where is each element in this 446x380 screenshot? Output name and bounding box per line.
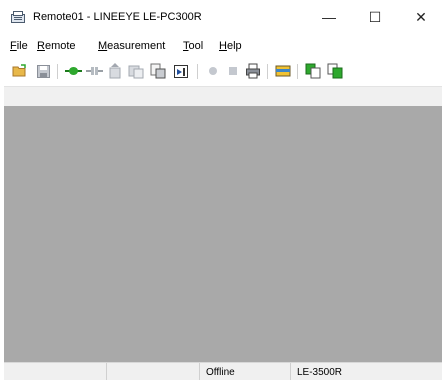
status-cell — [107, 363, 200, 380]
maximize-button[interactable]: ☐ — [352, 0, 398, 34]
menu-file[interactable]: File — [10, 40, 28, 52]
menu-help[interactable]: Help — [219, 40, 242, 52]
status-bar: Offline LE-3500R — [4, 362, 442, 380]
save-icon — [36, 64, 50, 78]
connect-button[interactable] — [64, 62, 82, 80]
record-button[interactable] — [204, 62, 222, 80]
minimize-icon: — — [322, 9, 336, 25]
menu-tool[interactable]: Tool — [183, 40, 203, 52]
upload-icon — [109, 63, 121, 79]
status-cell — [4, 363, 107, 380]
minimize-button[interactable]: — — [306, 0, 352, 34]
upload-button[interactable] — [106, 62, 124, 80]
display-icon — [174, 64, 188, 78]
menu-measurement[interactable]: Measurement — [98, 40, 165, 52]
display-button[interactable] — [172, 62, 190, 80]
disconnect-button[interactable] — [85, 62, 103, 80]
connection-status: Offline — [206, 367, 235, 378]
monitor-button[interactable] — [274, 62, 292, 80]
copy-button[interactable] — [304, 62, 322, 80]
download-icon — [128, 65, 144, 79]
copy-icon — [305, 63, 321, 79]
record-icon — [209, 67, 217, 75]
menu-bar: File Remote Measurement Tool Help — [0, 36, 446, 56]
menu-remote[interactable]: Remote — [37, 40, 76, 52]
print-button[interactable] — [244, 62, 262, 80]
toolbar-separator — [197, 64, 198, 79]
window-title: Remote01 - LINEEYE LE-PC300R — [33, 11, 202, 23]
disconnect-icon — [85, 67, 103, 75]
app-icon — [11, 11, 25, 23]
toolbar-separator — [57, 64, 58, 79]
connect-icon — [64, 67, 82, 75]
toolbar-separator — [297, 64, 298, 79]
stop-icon — [229, 67, 237, 75]
ruler-strip — [4, 86, 442, 106]
close-icon: ✕ — [415, 8, 427, 25]
toolbar — [0, 58, 446, 84]
model-status: LE-3500R — [297, 367, 343, 378]
print-icon — [246, 63, 260, 79]
open-button[interactable] — [11, 62, 29, 80]
open-folder-icon — [12, 64, 26, 77]
title-bar[interactable]: Remote01 - LINEEYE LE-PC300R — ☐ ✕ — [0, 0, 446, 34]
workspace-area[interactable] — [4, 106, 442, 362]
transfer-button[interactable] — [149, 62, 167, 80]
toolbar-separator — [267, 64, 268, 79]
download-button[interactable] — [127, 62, 145, 80]
transfer-icon — [150, 63, 166, 79]
monitor-icon — [275, 65, 291, 77]
save-button[interactable] — [34, 62, 52, 80]
paste-button[interactable] — [326, 62, 344, 80]
maximize-icon: ☐ — [368, 8, 382, 25]
stop-button[interactable] — [224, 62, 242, 80]
paste-icon — [327, 63, 343, 79]
status-cell-model: LE-3500R — [291, 363, 442, 380]
main-window: Remote01 - LINEEYE LE-PC300R — ☐ ✕ File … — [0, 0, 446, 380]
status-cell-connection: Offline — [200, 363, 291, 380]
close-button[interactable]: ✕ — [398, 0, 444, 34]
